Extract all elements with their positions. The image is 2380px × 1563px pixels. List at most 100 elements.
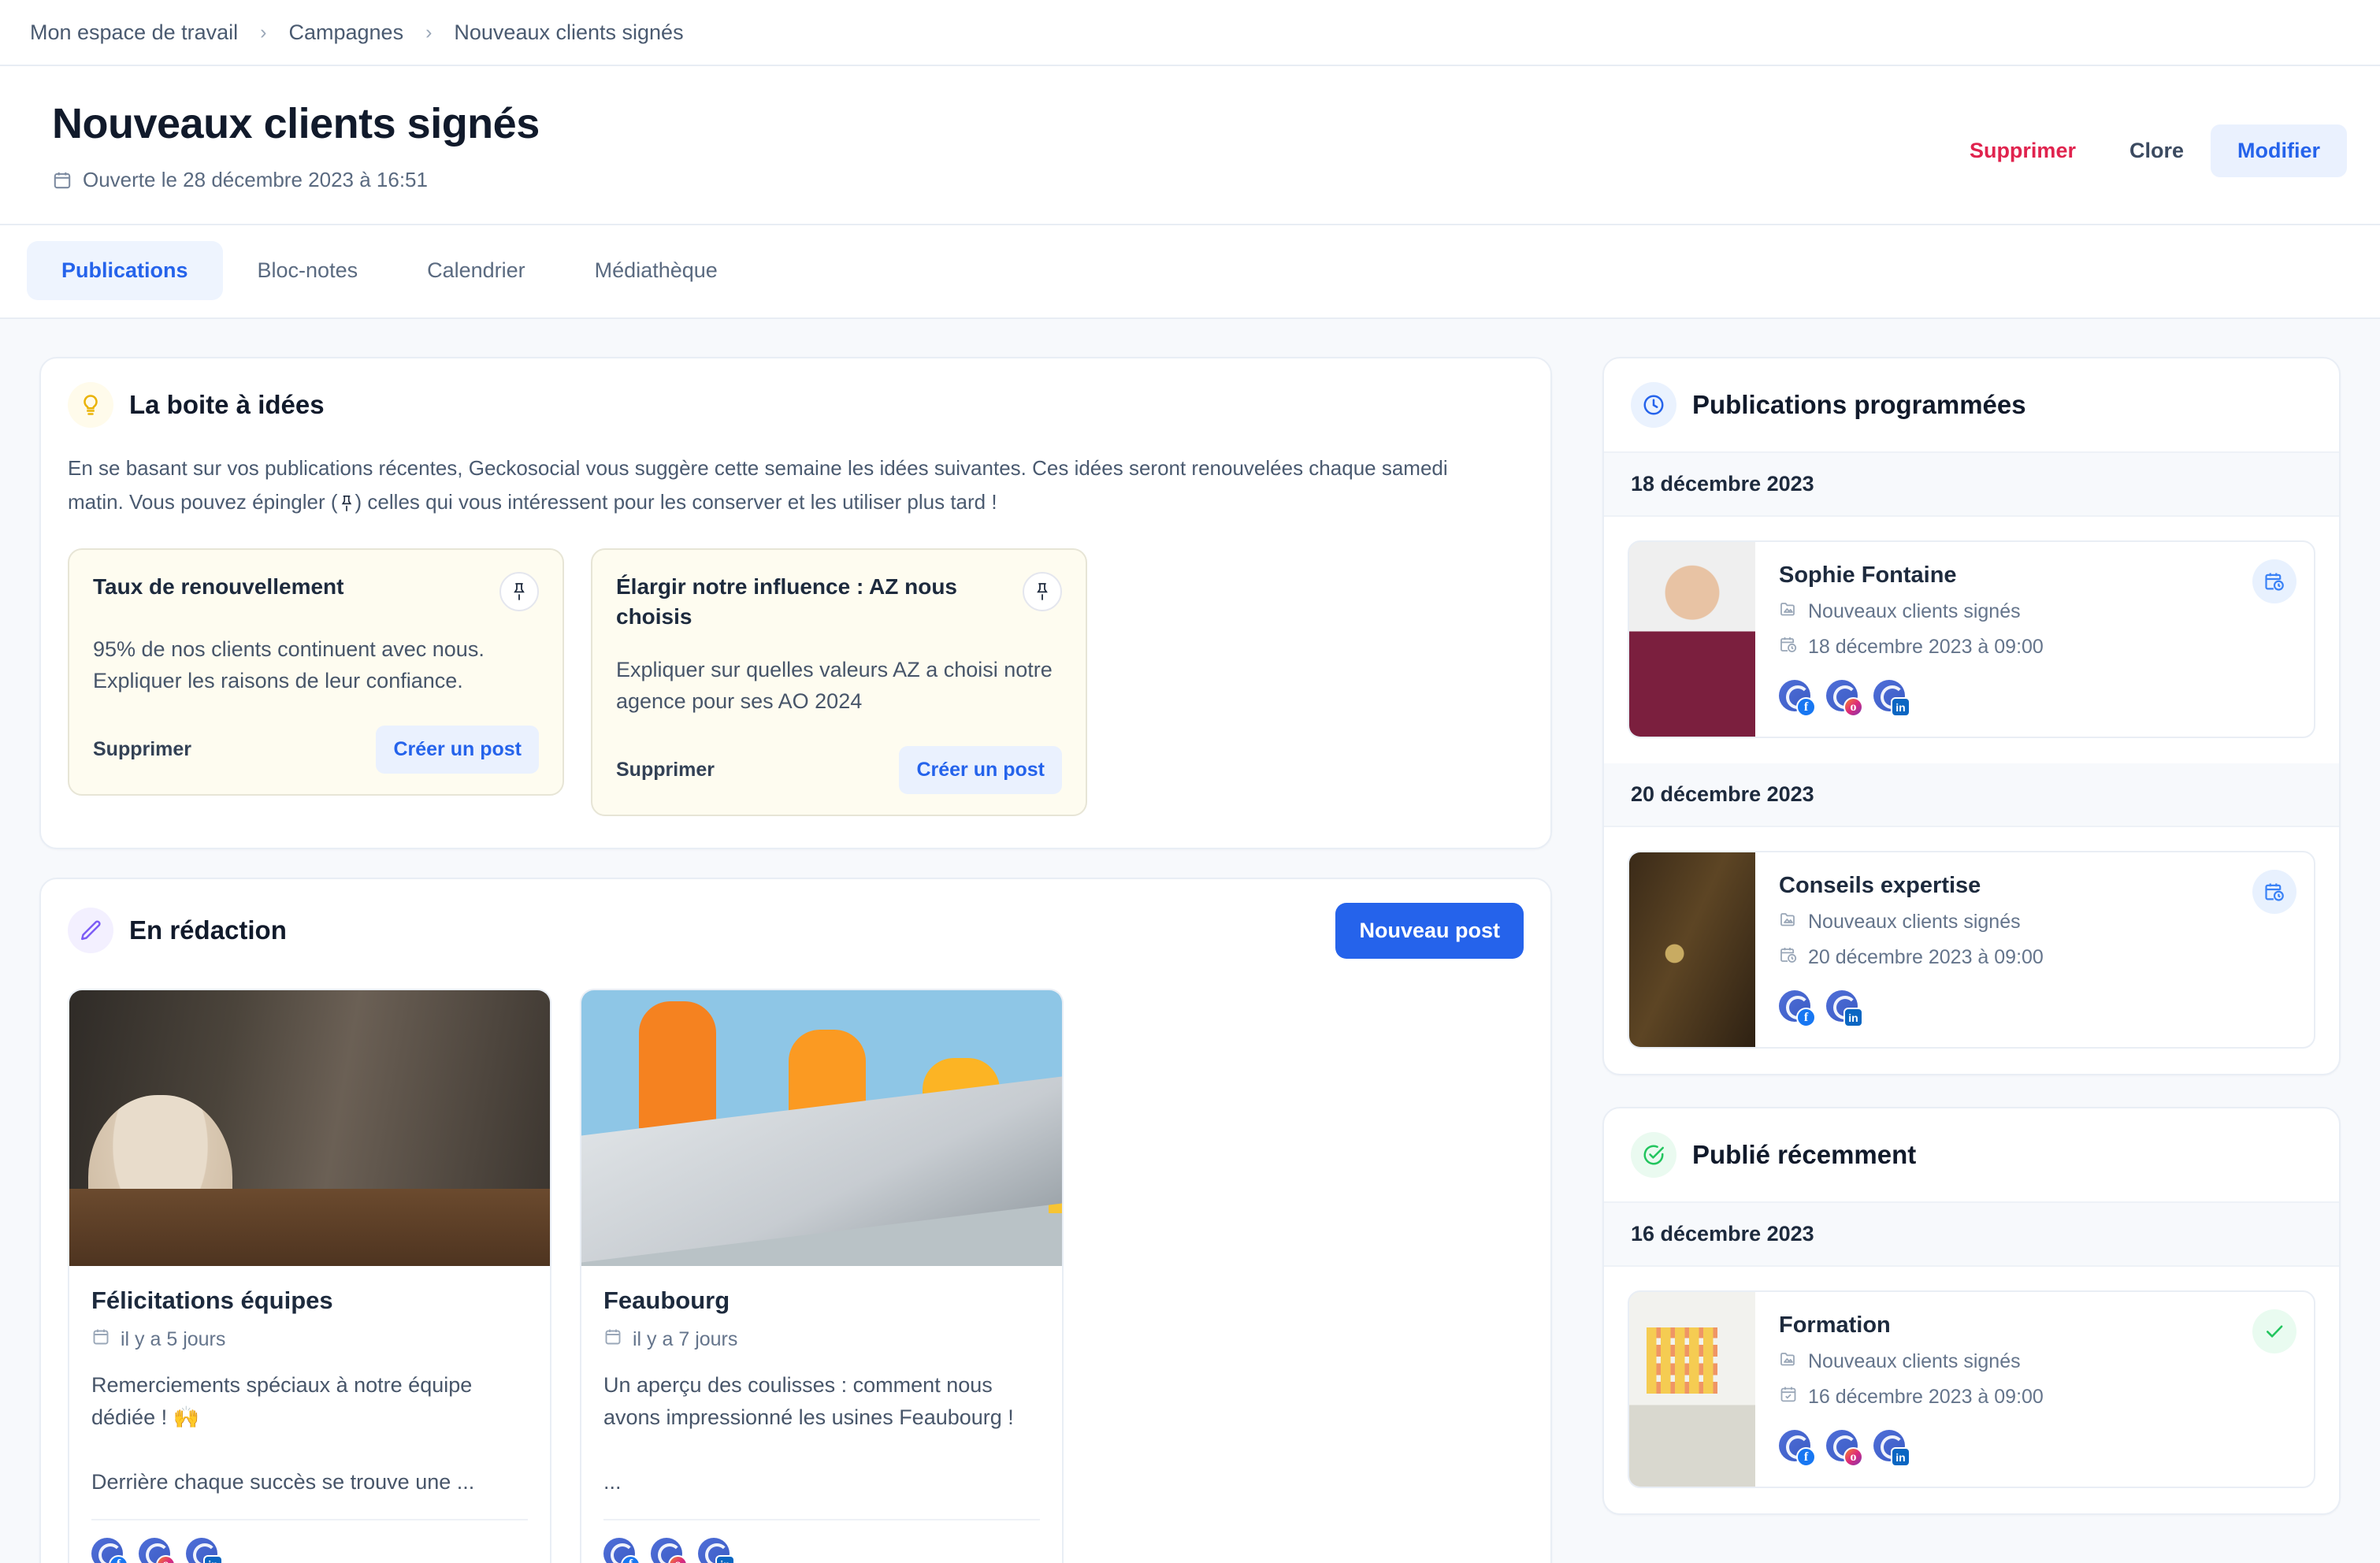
facebook-icon[interactable]: f [1779, 1430, 1816, 1468]
tab-bloc-notes[interactable]: Bloc-notes [223, 241, 393, 300]
ideas-list: Taux de renouvellement 95% de nos client… [41, 522, 1550, 848]
post-body: Félicitations équipes il y a 5 jours Rem… [69, 1266, 550, 1563]
idea-title: Taux de renouvellement [93, 574, 344, 599]
clock-icon [1631, 382, 1676, 429]
post-excerpt: Remerciements spéciaux à notre équipe dé… [91, 1372, 475, 1494]
scheduled-item-info: Sophie Fontaine Nouveaux clients signés [1755, 542, 2314, 737]
instagram-icon[interactable]: o [651, 1537, 688, 1563]
calendar-check-icon [1779, 1385, 1798, 1409]
linkedin-icon[interactable]: in [186, 1537, 223, 1563]
idea-body: 95% de nos clients continuent avec nous.… [93, 637, 485, 693]
delete-button[interactable]: Supprimer [1943, 124, 2103, 177]
pin-icon[interactable] [499, 571, 539, 611]
tab-calendrier[interactable]: Calendrier [392, 241, 560, 300]
published-panel: Publié récemment 16 décembre 2023 Format… [1602, 1107, 2341, 1516]
scheduled-item-time-text: 20 décembre 2023 à 09:00 [1808, 946, 2044, 969]
right-column: Publications programmées 18 décembre 202… [1593, 357, 2380, 1563]
instagram-icon[interactable]: o [1826, 680, 1863, 718]
scheduled-item[interactable]: Sophie Fontaine Nouveaux clients signés [1628, 540, 2315, 739]
post-body: Feaubourg il y a 7 jours Un aperçu des c… [581, 1266, 1062, 1563]
idea-card[interactable]: Taux de renouvellement 95% de nos client… [68, 548, 564, 796]
published-item-campaign: Nouveaux clients signés [1779, 1350, 2293, 1374]
idea-delete-button[interactable]: Supprimer [93, 738, 191, 761]
idea-card-top: Élargir notre influence : AZ nous choisi… [616, 571, 1062, 632]
post-date-text: il y a 7 jours [633, 1327, 738, 1350]
idea-card[interactable]: Élargir notre influence : AZ nous choisi… [591, 548, 1087, 816]
idea-card-footer: Supprimer Créer un post [93, 725, 539, 774]
new-post-button[interactable]: Nouveau post [1335, 902, 1524, 959]
published-items: Formation Nouveaux clients signés 16 déc… [1604, 1267, 2339, 1513]
post-date: il y a 7 jours [603, 1327, 1040, 1352]
facebook-icon[interactable]: f [1779, 990, 1816, 1028]
scheduled-item-time: 20 décembre 2023 à 09:00 [1779, 945, 2293, 970]
ideas-panel-description: En se basant sur vos publications récent… [41, 433, 1498, 521]
scheduled-date-group: 20 décembre 2023 [1604, 763, 2339, 828]
post-image [581, 989, 1062, 1266]
lightbulb-icon [68, 382, 113, 429]
published-panel-header: Publié récemment [1604, 1108, 2339, 1204]
check-circle-icon [1631, 1132, 1676, 1179]
idea-create-post-button[interactable]: Créer un post [376, 725, 539, 774]
published-item-info: Formation Nouveaux clients signés 16 déc… [1755, 1292, 2314, 1487]
facebook-icon[interactable]: f [603, 1537, 640, 1563]
post-date-text: il y a 5 jours [121, 1327, 226, 1350]
breadcrumb-item-campaigns[interactable]: Campagnes [288, 20, 403, 45]
thumbnail [1629, 542, 1755, 737]
idea-delete-button[interactable]: Supprimer [616, 759, 715, 782]
published-item-campaign-text: Nouveaux clients signés [1808, 1350, 2021, 1373]
ideas-panel-title: La boite à idées [129, 390, 325, 420]
calendar-icon [52, 170, 72, 191]
scheduled-items: Conseils expertise Nouveaux clients sign… [1604, 827, 2339, 1074]
linkedin-icon[interactable]: in [1826, 990, 1863, 1028]
idea-title: Élargir notre influence : AZ nous choisi… [616, 574, 958, 629]
linkedin-icon[interactable]: in [1873, 1430, 1910, 1468]
chevron-right-icon: › [425, 20, 433, 43]
scheduled-items: Sophie Fontaine Nouveaux clients signés [1604, 517, 2339, 763]
edit-button[interactable]: Modifier [2211, 124, 2347, 177]
close-campaign-button[interactable]: Clore [2103, 124, 2211, 177]
post-social-list: f o in [603, 1520, 1040, 1563]
facebook-icon[interactable]: f [91, 1537, 128, 1563]
main-content: La boite à idées En se basant sur vos pu… [0, 319, 2380, 1563]
ideas-description-part2: ) celles qui vous intéressent pour les c… [355, 489, 997, 514]
published-item-time-text: 16 décembre 2023 à 09:00 [1808, 1386, 2044, 1409]
scheduled-panel-title: Publications programmées [1692, 390, 2026, 420]
page-header-actions: Supprimer Clore Modifier [1943, 124, 2347, 177]
tab-publications[interactable]: Publications [27, 241, 223, 301]
post-title: Félicitations équipes [91, 1286, 333, 1314]
status-badge-scheduled [2252, 559, 2296, 604]
scheduled-item-title: Sophie Fontaine [1779, 562, 1957, 588]
scheduled-item-info: Conseils expertise Nouveaux clients sign… [1755, 852, 2314, 1047]
post-card[interactable]: Félicitations équipes il y a 5 jours Rem… [68, 988, 551, 1563]
redaction-panel-header: En rédaction Nouveau post [41, 879, 1550, 963]
instagram-icon[interactable]: o [139, 1537, 176, 1563]
scheduled-panel-header: Publications programmées [1604, 358, 2339, 454]
facebook-icon[interactable]: f [1779, 680, 1816, 718]
breadcrumb-item-workspace[interactable]: Mon espace de travail [30, 20, 238, 45]
scheduled-item-title: Conseils expertise [1779, 873, 1981, 899]
page-opened-info: Ouverte le 28 décembre 2023 à 16:51 [52, 168, 540, 192]
status-badge-scheduled [2252, 870, 2296, 915]
post-social-list: f o in [91, 1520, 528, 1563]
published-item[interactable]: Formation Nouveaux clients signés 16 déc… [1628, 1290, 2315, 1489]
tab-mediatheque[interactable]: Médiathèque [560, 241, 752, 300]
page-header-left: Nouveaux clients signés Ouverte le 28 dé… [52, 100, 540, 192]
pencil-icon [68, 908, 113, 954]
ideas-panel: La boite à idées En se basant sur vos pu… [39, 357, 1552, 849]
tab-bar: Publications Bloc-notes Calendrier Média… [0, 225, 2380, 320]
idea-body: Expliquer sur quelles valeurs AZ a chois… [616, 657, 1053, 714]
status-badge-published [2252, 1309, 2296, 1354]
post-card[interactable]: Feaubourg il y a 7 jours Un aperçu des c… [580, 988, 1064, 1563]
left-column: La boite à idées En se basant sur vos pu… [0, 357, 1593, 1563]
scheduled-item-social-list: f o in [1779, 680, 2293, 718]
published-item-time: 16 décembre 2023 à 09:00 [1779, 1385, 2293, 1409]
idea-create-post-button[interactable]: Créer un post [899, 745, 1062, 794]
instagram-icon[interactable]: o [1826, 1430, 1863, 1468]
linkedin-icon[interactable]: in [698, 1537, 735, 1563]
scheduled-date-group: 18 décembre 2023 [1604, 453, 2339, 518]
pin-icon[interactable] [1023, 571, 1062, 611]
page-header: Nouveaux clients signés Ouverte le 28 dé… [0, 66, 2380, 226]
published-item-title: Formation [1779, 1312, 1891, 1338]
scheduled-item[interactable]: Conseils expertise Nouveaux clients sign… [1628, 851, 2315, 1049]
linkedin-icon[interactable]: in [1873, 680, 1910, 718]
